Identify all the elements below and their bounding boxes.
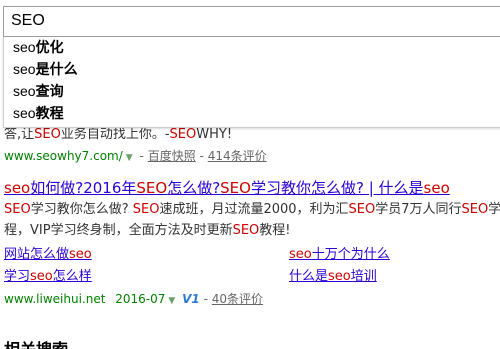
abstract-highlight: SEO xyxy=(34,127,61,142)
suggestion-completion: 是什么 xyxy=(35,62,78,78)
title-text: 学习教你怎么做? | 什么是 xyxy=(250,179,424,197)
title-highlight: seo xyxy=(4,179,31,197)
sublink[interactable]: 网站怎么做seo xyxy=(4,243,92,262)
suggestion-dropdown: seo优化 seo是什么 seo查询 seo教程 xyxy=(3,36,500,128)
sublink[interactable]: 学习seo怎么样 xyxy=(4,265,92,284)
title-highlight: SEO xyxy=(136,179,168,197)
result-abstract: SEO学习教你怎么做? SEO速成班，月过流量2000，利为汇SEO学员7万人同… xyxy=(4,199,500,241)
abstract-line: SEO学习教你怎么做? SEO速成班，月过流量2000，利为汇SEO学员7万人同… xyxy=(4,199,500,220)
suggestion-item[interactable]: seo优化 xyxy=(4,36,500,58)
sublink[interactable]: 什么是seo培训 xyxy=(289,265,377,284)
sublink-text: 学习 xyxy=(4,269,31,284)
abstract-highlight: SEO xyxy=(4,202,31,217)
abstract-highlight: SEO xyxy=(232,223,260,238)
title-text: 如何做?2016年 xyxy=(30,179,137,197)
abstract-text: 速成班，月过流量2000，利为汇 xyxy=(159,202,349,217)
related-searches-heading: 相关搜索 xyxy=(4,336,68,349)
title-text: 怎么做? xyxy=(167,179,221,197)
abstract-line: 程，VIP学习终身制，全面方法及时更新SEO教程! xyxy=(4,220,500,241)
suggestion-completion: 查询 xyxy=(35,84,64,100)
reviews-link[interactable]: 414条评价 xyxy=(208,149,267,163)
abstract-highlight: SEO xyxy=(348,202,376,217)
abstract-text: 答,让 xyxy=(4,127,35,142)
abstract-text: 业务自动找上你。- xyxy=(60,127,170,142)
sublink-text: 十万个为什么 xyxy=(311,247,390,262)
sublink[interactable]: seo十万个为什么 xyxy=(289,243,390,262)
abstract-text: 学习教你怎么做? xyxy=(30,202,133,217)
abstract-text: WHY! xyxy=(196,127,233,142)
search-box[interactable] xyxy=(3,6,500,37)
suggestion-item[interactable]: seo教程 xyxy=(4,102,500,124)
reviews-link[interactable]: 40条评价 xyxy=(212,292,263,306)
search-input[interactable] xyxy=(11,12,481,30)
result-meta: www.liweihui.net 2016-07 ▼ V1 - 40条评价 xyxy=(4,290,263,307)
sublink-text: 网站怎么做 xyxy=(4,247,70,262)
sublink-highlight: seo xyxy=(69,247,92,262)
suggestion-prefix: seo xyxy=(13,61,36,77)
separator: - xyxy=(199,149,204,163)
result-meta: www.seowhy7.com/▼ - 百度快照 - 414条评价 xyxy=(4,147,267,164)
title-highlight: SEO xyxy=(220,179,251,197)
result-url[interactable]: www.seowhy7.com/ xyxy=(4,149,123,163)
sublink-text: 什么是 xyxy=(289,269,329,284)
abstract-highlight: SEO xyxy=(132,202,160,217)
v1-certification-icon[interactable]: V1 xyxy=(182,292,200,306)
result-title-link[interactable]: seo如何做?2016年SEO怎么做?SEO学习教你怎么做? | 什么是seo xyxy=(4,177,450,198)
separator: - xyxy=(139,149,144,163)
suggestion-item[interactable]: seo查询 xyxy=(4,80,500,102)
suggestion-prefix: seo xyxy=(13,83,36,99)
dropdown-arrow-icon[interactable]: ▼ xyxy=(126,153,133,163)
suggestion-item[interactable]: seo是什么 xyxy=(4,58,500,80)
suggestion-prefix: seo xyxy=(13,39,36,55)
abstract-text: 程，VIP学习终身制，全面方法及时更新 xyxy=(4,223,233,238)
abstract-text: 学员7万人同行 xyxy=(375,202,462,217)
separator: - xyxy=(203,292,208,306)
sublink-text: 培训 xyxy=(350,269,377,284)
abstract-highlight: SEO xyxy=(169,127,197,142)
abstract-text: 学 xyxy=(488,202,500,217)
suggestion-completion: 优化 xyxy=(35,40,64,56)
search-results-page: seo优化 seo是什么 seo查询 seo教程 答,让SEO业务自动找上你。-… xyxy=(0,0,500,349)
dropdown-arrow-icon[interactable]: ▼ xyxy=(168,296,175,306)
sublink-text: 怎么样 xyxy=(52,269,92,284)
suggestion-prefix: seo xyxy=(13,105,36,121)
sublink-highlight: seo xyxy=(289,247,312,262)
sublink-highlight: seo xyxy=(30,269,53,284)
abstract-highlight: SEO xyxy=(461,202,489,217)
abstract-text: 教程! xyxy=(259,223,291,238)
suggestion-completion: 教程 xyxy=(35,106,64,122)
cache-link[interactable]: 百度快照 xyxy=(148,149,196,163)
result-url[interactable]: www.liweihui.net xyxy=(4,292,105,306)
result-date: 2016-07 xyxy=(115,292,166,306)
title-highlight: seo xyxy=(423,179,450,197)
sublink-highlight: seo xyxy=(328,269,351,284)
